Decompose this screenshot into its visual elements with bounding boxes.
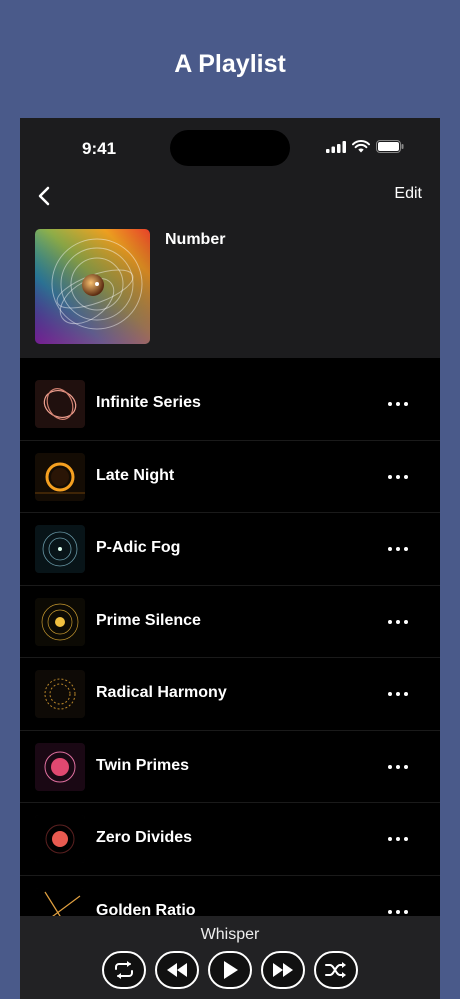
battery-icon [376, 140, 404, 153]
track-list: Infinite Series Late Night P-Adic Fog Pr… [20, 368, 440, 948]
list-item[interactable]: Radical Harmony [20, 658, 440, 731]
repeat-button[interactable] [102, 951, 146, 989]
track-title: P-Adic Fog [96, 539, 181, 556]
more-options-button[interactable] [388, 909, 408, 914]
more-options-button[interactable] [388, 474, 408, 479]
status-bar: 9:41 [20, 118, 440, 178]
chevron-left-icon [38, 186, 50, 206]
more-options-button[interactable] [388, 764, 408, 769]
more-options-button[interactable] [388, 837, 408, 841]
track-title: Radical Harmony [96, 684, 227, 701]
dynamic-island [170, 130, 290, 166]
list-item[interactable]: Twin Primes [20, 731, 440, 803]
page-title: A Playlist [174, 50, 286, 78]
signal-icon [326, 140, 346, 153]
play-icon [224, 961, 238, 979]
more-options-button[interactable] [388, 692, 408, 696]
list-item[interactable]: P-Adic Fog [20, 513, 440, 586]
track-title: Late Night [96, 466, 175, 484]
edit-button[interactable]: Edit [394, 185, 422, 203]
track-thumbnail [35, 815, 85, 863]
player-controls [102, 951, 358, 989]
track-title: Prime Silence [96, 611, 201, 629]
more-options-button[interactable] [388, 547, 408, 551]
repeat-icon [115, 961, 133, 979]
track-thumbnail [35, 670, 85, 718]
status-icons [326, 140, 404, 153]
fast-forward-button[interactable] [261, 951, 305, 989]
shuffle-icon [325, 962, 346, 978]
track-thumbnail [35, 597, 85, 646]
list-item[interactable]: Prime Silence [20, 586, 440, 658]
track-thumbnail [35, 525, 85, 573]
now-playing-title: Whisper [200, 926, 260, 943]
list-item[interactable]: Late Night [20, 441, 440, 513]
album-artwork[interactable] [35, 229, 150, 344]
track-title: Zero Divides [96, 829, 193, 846]
playlist-header: Number [20, 214, 440, 358]
status-time: 9:41 [82, 139, 117, 158]
more-options-button[interactable] [388, 619, 408, 624]
track-thumbnail [35, 380, 85, 428]
back-button[interactable] [30, 182, 58, 210]
list-item[interactable]: Zero Divides [20, 803, 440, 876]
mini-player: Whisper [20, 916, 440, 999]
track-thumbnail [35, 742, 85, 791]
album-title: Number [165, 231, 226, 248]
play-button[interactable] [208, 951, 252, 989]
rewind-button[interactable] [155, 951, 199, 989]
track-thumbnail [35, 452, 85, 501]
track-title: Twin Primes [96, 756, 190, 774]
rewind-icon [167, 963, 187, 977]
navigation-bar: Edit [20, 178, 440, 214]
more-options-button[interactable] [388, 402, 408, 406]
wifi-icon [352, 140, 370, 153]
list-item[interactable]: Infinite Series [20, 368, 440, 441]
phone-screen: 9:41 Edit Number Infinite Series Late Ni… [20, 118, 440, 999]
fast-forward-icon [273, 963, 293, 977]
track-title: Infinite Series [96, 394, 201, 411]
shuffle-button[interactable] [314, 951, 358, 989]
